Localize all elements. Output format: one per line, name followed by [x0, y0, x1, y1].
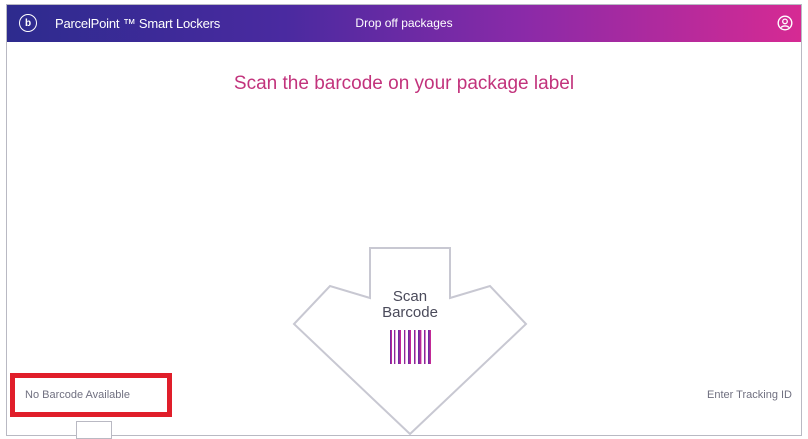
barcode-icon [390, 330, 431, 364]
no-barcode-available-button[interactable]: No Barcode Available [10, 373, 172, 417]
page-title: Drop off packages [355, 16, 453, 30]
scan-label-line2: Barcode [382, 304, 438, 321]
top-bar: b ParcelPoint ™ Smart Lockers Drop off p… [7, 5, 801, 42]
scan-instruction: Scan the barcode on your package label [233, 73, 575, 94]
enter-tracking-id-link[interactable]: Enter Tracking ID [707, 389, 792, 401]
scan-label-line1: Scan [392, 288, 428, 305]
user-circle-icon[interactable] [777, 15, 793, 31]
small-placeholder-box [76, 421, 112, 439]
no-barcode-label: No Barcode Available [25, 389, 130, 401]
